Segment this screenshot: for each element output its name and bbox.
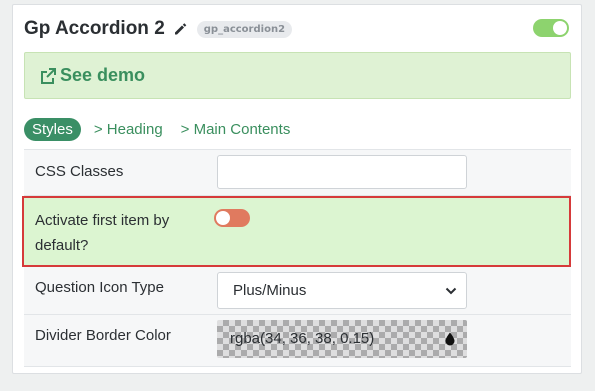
selected-option: Plus/Minus	[233, 282, 307, 299]
page-title: Gp Accordion 2	[24, 18, 165, 39]
toggle-knob	[216, 211, 230, 225]
settings-form: CSS Classes Activate first item by defau…	[22, 149, 571, 367]
panel-header: Gp Accordion 2 gp_accordion2	[24, 17, 293, 41]
divider-color-picker[interactable]: rgba(34, 36, 38, 0.15)	[217, 320, 467, 358]
eyedropper-drop-icon	[445, 332, 455, 346]
element-settings-panel: Gp Accordion 2 gp_accordion2 See demo St…	[12, 4, 582, 374]
tab-main-contents[interactable]: > Main Contents	[181, 121, 291, 138]
slug-badge: gp_accordion2	[196, 20, 293, 38]
tab-heading[interactable]: > Heading	[94, 121, 163, 138]
pencil-icon[interactable]	[173, 22, 187, 36]
external-link-icon	[41, 67, 56, 84]
see-demo-link[interactable]: See demo	[38, 65, 145, 86]
enable-toggle[interactable]	[533, 19, 569, 37]
css-classes-label: CSS Classes	[35, 163, 124, 180]
chevron-down-icon	[445, 287, 457, 295]
see-demo-label: See demo	[60, 65, 146, 85]
demo-banner: See demo	[24, 52, 571, 99]
question-icon-type-label: Question Icon Type	[35, 279, 164, 296]
question-icon-type-row: Question Icon Type Plus/Minus	[24, 267, 571, 315]
css-classes-row: CSS Classes	[24, 150, 571, 196]
activate-first-item-toggle[interactable]	[214, 209, 250, 227]
divider-border-color-label: Divider Border Color	[35, 327, 171, 344]
question-icon-type-select[interactable]: Plus/Minus	[217, 272, 467, 309]
activate-first-item-row: Activate first item by default?	[22, 196, 571, 267]
color-value: rgba(34, 36, 38, 0.15)	[230, 330, 375, 347]
divider-border-color-row: Divider Border Color rgba(34, 36, 38, 0.…	[24, 315, 571, 367]
settings-tabs: Styles > Heading > Main Contents	[24, 116, 308, 142]
tab-styles[interactable]: Styles	[24, 117, 81, 141]
activate-first-item-label: Activate first item by default?	[35, 212, 170, 254]
css-classes-input[interactable]	[217, 155, 467, 189]
toggle-knob	[553, 21, 567, 35]
